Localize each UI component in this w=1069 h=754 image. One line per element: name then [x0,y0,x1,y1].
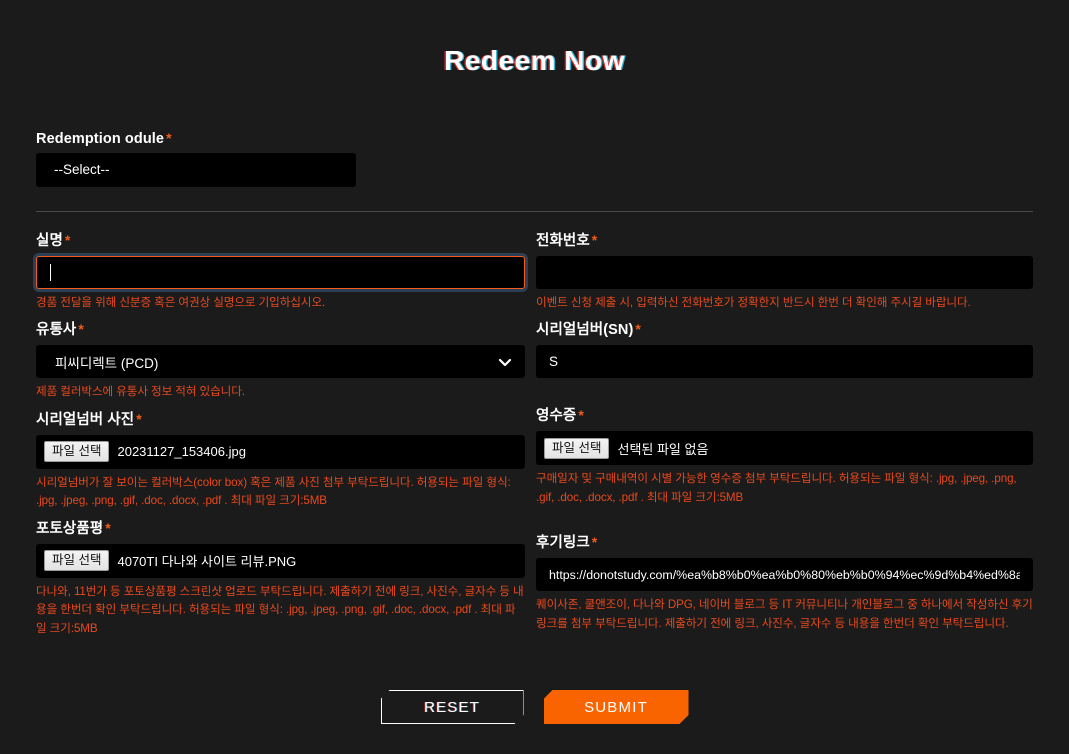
chevron-down-icon [498,358,512,366]
photo-review-file-input[interactable]: 파일 선택 4070TI 다나와 사이트 리뷰.PNG [36,543,525,578]
page-title: Redeem Now [444,44,625,76]
photo-review-filename: 4070TI 다나와 사이트 리뷰.PNG [117,554,297,569]
submit-button[interactable]: SUBMIT [544,690,689,724]
serial-photo-field: 시리얼넘버 사진 * 파일 선택 20231127_153406.jpg 시리얼넘… [36,408,525,511]
required-asterisk: * [591,231,598,248]
section-divider [36,210,1033,212]
form-column-right: 전화번호 * 이벤트 신청 제출 시, 입력하신 전화번호가 정확한지 반드시 한… [536,229,1033,645]
serial-number-field: 시리얼넘버(SN) * S [536,318,1033,378]
photo-review-label: 포토상품평 * [36,517,525,538]
serial-number-label-text: 시리얼넘버(SN) [536,322,634,338]
receipt-label: 영수증 * [536,404,1033,425]
review-link-label: 후기링크 * [536,531,1033,552]
required-asterisk: * [578,407,584,423]
distributor-select[interactable]: 피씨디렉트 (PCD) [36,345,525,378]
review-link-field: 후기링크 * https://donotstudy.com/%ea%b8%b0%e… [536,531,1033,633]
realname-label-text: 실명 [36,232,63,249]
phone-input[interactable] [536,255,1033,289]
photo-review-browse-button[interactable]: 파일 선택 [44,550,110,571]
required-asterisk: * [64,231,71,248]
required-asterisk: * [591,534,598,550]
review-link-hint: 퀘이사존, 쿨앤조이, 다나와 DPG, 네이버 블로그 등 IT 커뮤니티나 … [536,598,1033,630]
review-link-input-value: https://donotstudy.com/%ea%b8%b0%ea%b0%8… [549,567,1020,582]
redeem-now-page: Redeem Now Redemption odule * --Select-- … [0,0,1069,754]
photo-review-label-text: 포토상품평 [36,520,104,537]
distributor-label: 유통사 * [36,318,525,339]
review-link-input[interactable]: https://donotstudy.com/%ea%b8%b0%ea%b0%8… [536,558,1033,591]
serial-photo-filename: 20231127_153406.jpg [117,444,246,459]
serial-number-label: 시리얼넘버(SN) * [536,318,1033,339]
required-asterisk: * [635,321,641,337]
text-caret [50,263,51,281]
required-asterisk: * [105,519,111,536]
receipt-field: 영수증 * 파일 선택 선택된 파일 없음 구매일자 및 구매내역이 시별 가능한… [536,404,1033,507]
serial-number-input[interactable]: S [536,345,1033,378]
redemption-module-field: Redemption odule * --Select-- [36,130,356,187]
redeem-form: Redemption odule * --Select-- 실명 * 경품 전달을 … [0,130,1069,725]
reset-button[interactable]: RESET [381,690,524,724]
phone-field: 전화번호 * 이벤트 신청 제출 시, 입력하신 전화번호가 정확한지 반드시 한… [536,229,1033,313]
page-header: Redeem Now [0,0,1069,96]
distributor-label-text: 유통사 [36,322,77,338]
realname-field: 실명 * 경품 전달을 위해 신분증 혹은 여권상 실명으로 기입하십시오. [36,229,525,313]
required-asterisk: * [78,321,84,337]
required-asterisk: * [136,410,142,427]
required-asterisk: * [166,129,172,146]
review-link-label-text: 후기링크 [536,535,590,551]
distributor-field: 유통사 * 피씨디렉트 (PCD) 제품 컬러박스에 유통사 정보 적혀 있습니다… [36,318,525,402]
redemption-module-label-text: Redemption odule [36,130,165,147]
serial-photo-label: 시리얼넘버 사진 * [36,408,525,429]
receipt-label-text: 영수증 [536,408,577,424]
form-actions: RESET SUBMIT [36,690,1033,724]
realname-hint: 경품 전달을 위해 신분증 혹은 여권상 실명으로 기입하십시오. [36,295,326,309]
form-columns: 실명 * 경품 전달을 위해 신분증 혹은 여권상 실명으로 기입하십시오. 유통… [36,229,1033,645]
serial-photo-browse-button[interactable]: 파일 선택 [44,441,110,462]
serial-number-input-value: S [549,354,559,369]
form-column-left: 실명 * 경품 전달을 위해 신분증 혹은 여권상 실명으로 기입하십시오. 유통… [36,229,525,645]
distributor-select-value: 피씨디렉트 (PCD) [55,355,159,371]
phone-hint: 이벤트 신청 제출 시, 입력하신 전화번호가 정확한지 반드시 한번 더 확인… [536,295,971,309]
serial-photo-label-text: 시리얼넘버 사진 [36,411,135,428]
photo-review-hint: 다나와, 11번가 등 포토상품평 스크린샷 업로드 부탁드립니다. 제출하기 … [36,584,524,635]
realname-input[interactable] [36,255,525,289]
phone-label-text: 전화번호 [536,232,590,249]
realname-label: 실명 * [36,229,525,250]
redemption-module-select[interactable]: --Select-- [36,152,356,187]
distributor-hint: 제품 컬러박스에 유통사 정보 적혀 있습니다. [36,385,245,398]
phone-label: 전화번호 * [536,229,1033,250]
redemption-module-select-value: --Select-- [54,162,110,177]
receipt-browse-button[interactable]: 파일 선택 [544,437,610,459]
photo-review-field: 포토상품평 * 파일 선택 4070TI 다나와 사이트 리뷰.PNG 다나와, … [36,517,525,639]
serial-photo-file-input[interactable]: 파일 선택 20231127_153406.jpg [36,434,525,469]
receipt-hint: 구매일자 및 구매내역이 시별 가능한 영수증 첨부 부탁드립니다. 허용되는 … [536,472,1017,504]
serial-photo-hint: 시리얼넘버가 잘 보이는 컬러박스(color box) 혹은 제품 사진 첨부… [36,475,511,508]
receipt-file-input[interactable]: 파일 선택 선택된 파일 없음 [536,431,1033,465]
redemption-module-label: Redemption odule * [36,130,356,147]
receipt-filename: 선택된 파일 없음 [617,441,709,457]
